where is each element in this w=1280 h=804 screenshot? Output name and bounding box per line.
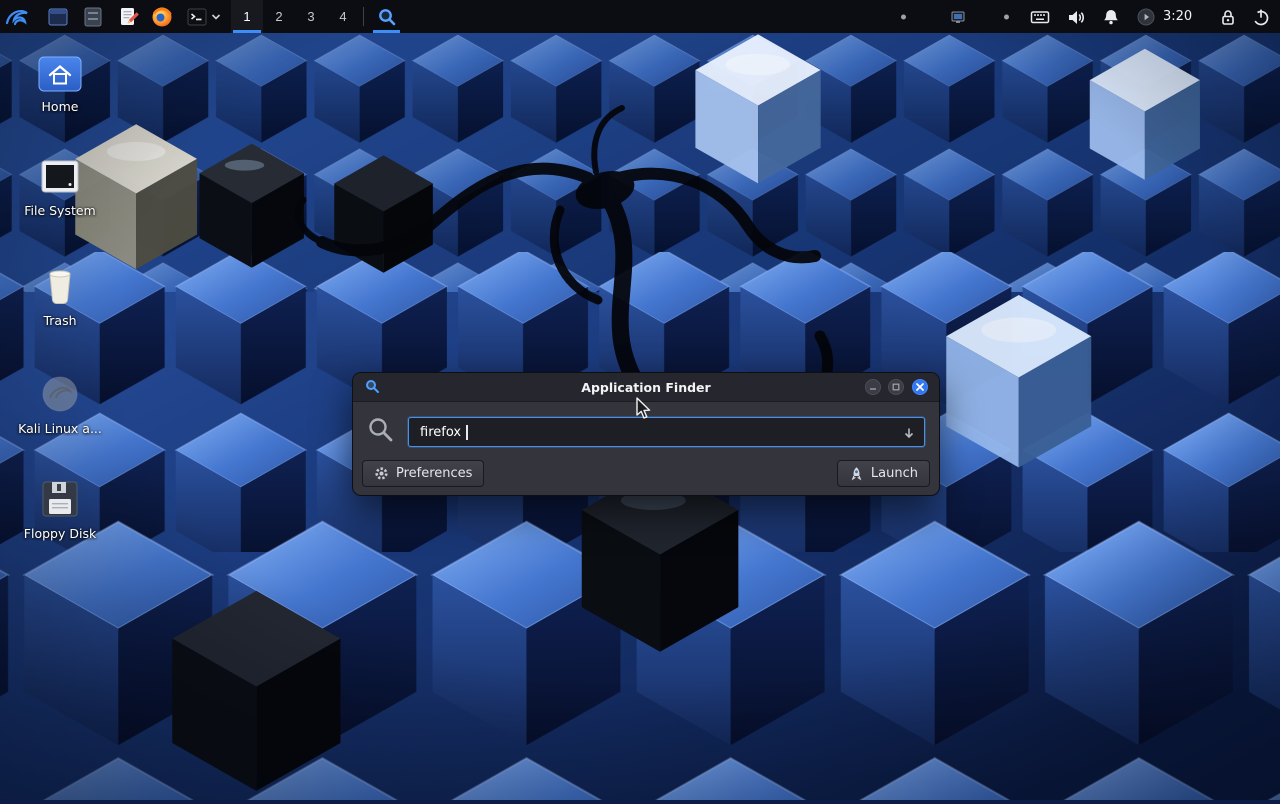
panel-divider (363, 7, 364, 26)
power-icon[interactable] (1251, 7, 1271, 27)
application-finder-window: Application Finder firefox Preferences (352, 372, 940, 496)
launch-button[interactable]: Launch (837, 460, 930, 487)
close-icon[interactable] (912, 379, 928, 395)
terminal-icon[interactable] (185, 5, 209, 29)
search-input-value: firefox (420, 425, 461, 440)
tray-display-icon[interactable] (950, 9, 966, 25)
files-icon[interactable] (81, 5, 105, 29)
workspace-3[interactable]: 3 (295, 0, 327, 33)
app-finder-window-icon (365, 379, 380, 398)
desktop-icon-home[interactable]: Home (12, 54, 108, 114)
home-folder-icon (12, 54, 108, 94)
workspace-switcher: 1 2 3 4 (231, 0, 359, 33)
text-editor-icon[interactable] (116, 5, 140, 29)
keyboard-icon[interactable] (1030, 7, 1050, 27)
clock[interactable]: 3:20 (1163, 0, 1192, 33)
desktop-icon-label: Kali Linux a... (12, 422, 108, 436)
search-icon (367, 416, 395, 448)
workspace-4-label: 4 (339, 9, 346, 24)
taskbar-app-finder[interactable] (371, 0, 402, 33)
firefox-icon[interactable] (150, 5, 174, 29)
titlebar[interactable]: Application Finder (353, 373, 939, 402)
top-panel: 1 2 3 4 3:20 (0, 0, 1280, 33)
search-input[interactable]: firefox (408, 417, 925, 447)
desktop-icon-label: File System (12, 204, 108, 218)
volume-icon[interactable] (1066, 7, 1086, 27)
trash-bin-icon (12, 264, 108, 308)
desktop-icon-floppy-disk[interactable]: Floppy Disk (12, 477, 108, 541)
desktop-icon-trash[interactable]: Trash (12, 264, 108, 328)
workspace-2[interactable]: 2 (263, 0, 295, 33)
chevron-down-icon[interactable] (210, 5, 222, 29)
workspace-3-label: 3 (307, 9, 314, 24)
minimize-button[interactable] (865, 379, 881, 395)
workspace-2-label: 2 (275, 9, 282, 24)
desktop-icon-kali-linux[interactable]: Kali Linux a... (12, 372, 108, 436)
text-caret (466, 425, 468, 440)
clock-label: 3:20 (1163, 9, 1192, 24)
kali-badge-icon (12, 372, 108, 416)
floppy-icon (12, 477, 108, 521)
desktop-icon-file-system[interactable]: File System (12, 158, 108, 218)
kali-menu-icon[interactable] (3, 3, 31, 31)
active-workspace-indicator (233, 30, 261, 33)
desktop-icon-label: Trash (12, 314, 108, 328)
lock-icon[interactable] (1218, 7, 1238, 27)
drive-icon (12, 158, 108, 198)
preferences-label: Preferences (396, 466, 472, 481)
window-title: Application Finder (581, 380, 710, 395)
app-finder-task-icon (377, 7, 397, 27)
workspace-4[interactable]: 4 (327, 0, 359, 33)
desktop-icon-label: Floppy Disk (12, 527, 108, 541)
tray-dot-icon[interactable] (901, 14, 906, 19)
workspace-1[interactable]: 1 (231, 0, 263, 33)
workspace-1-label: 1 (243, 9, 250, 24)
desktop-icon-label: Home (12, 100, 108, 114)
launch-label: Launch (871, 466, 918, 481)
status-circle-icon[interactable] (1136, 7, 1156, 27)
launch-icon (849, 466, 864, 481)
preferences-button[interactable]: Preferences (362, 460, 484, 487)
file-manager-icon[interactable] (46, 5, 70, 29)
active-task-indicator (373, 30, 400, 33)
gear-icon (374, 466, 389, 481)
combo-arrow-icon[interactable] (902, 426, 916, 444)
tray-dot2-icon[interactable] (1004, 14, 1009, 19)
notifications-icon[interactable] (1101, 7, 1121, 27)
maximize-button[interactable] (888, 379, 904, 395)
